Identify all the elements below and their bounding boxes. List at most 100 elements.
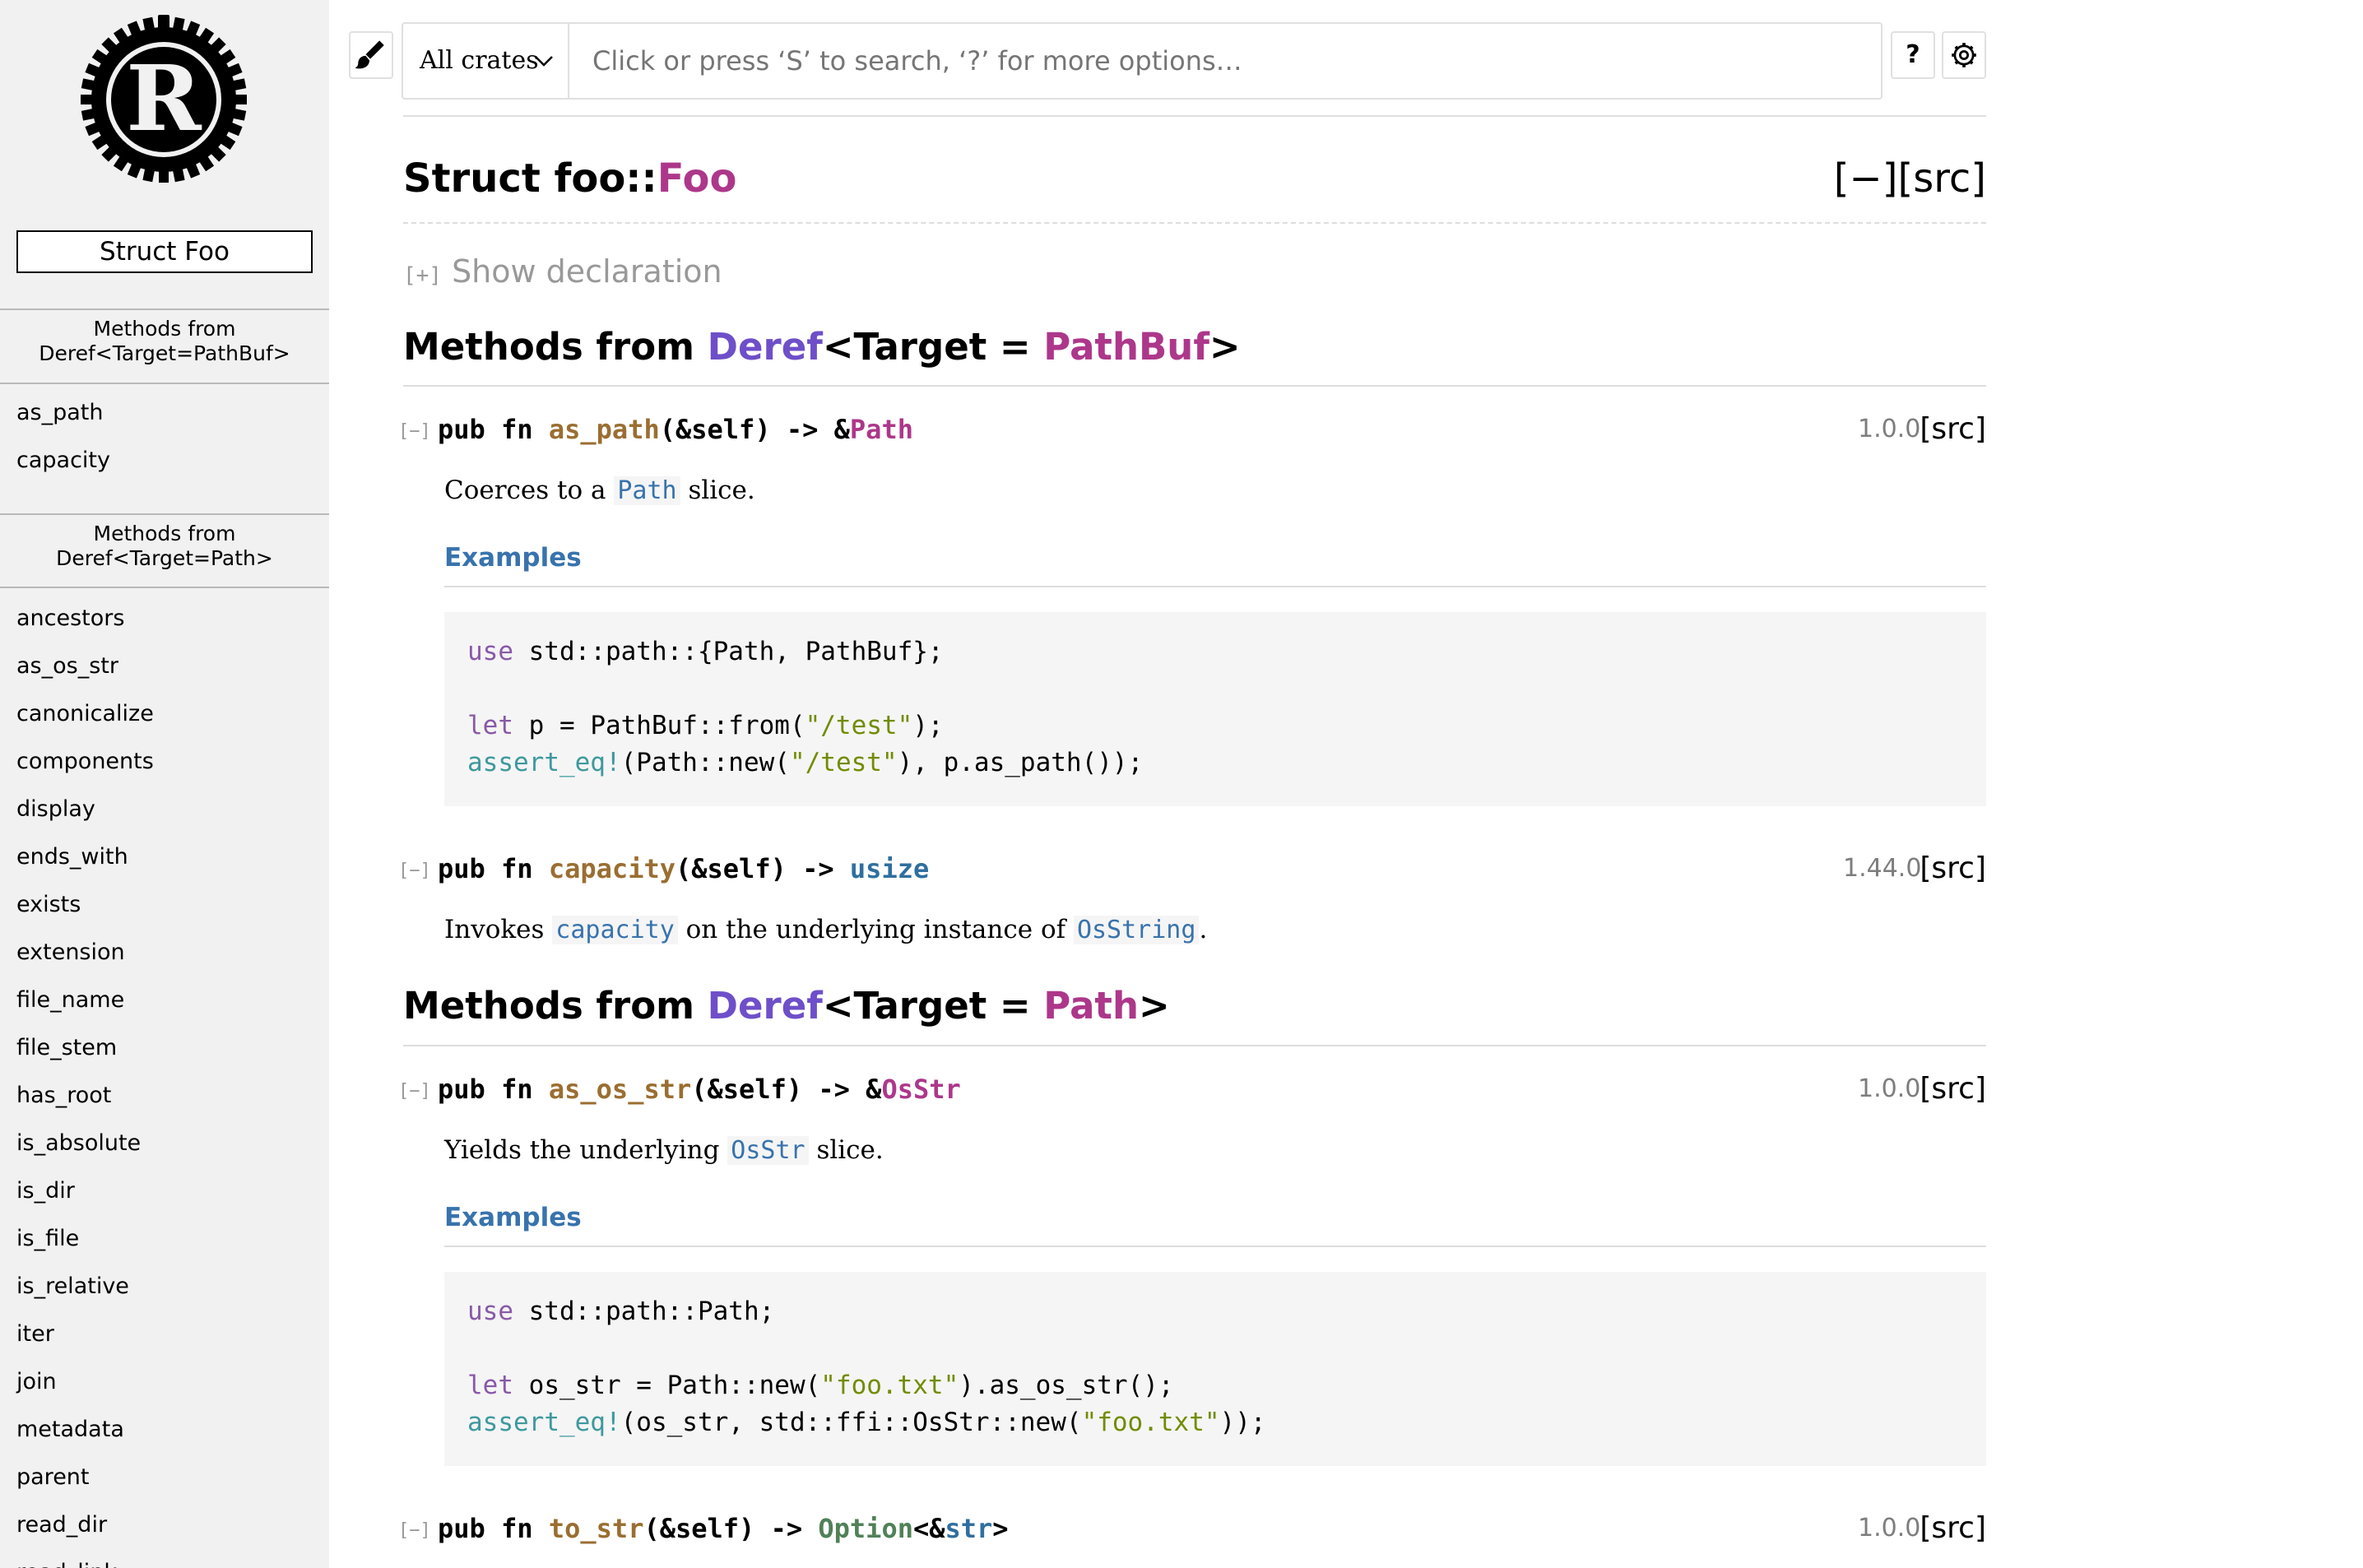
method-docblock: Yields the underlying OsStr slice.: [444, 1132, 884, 1169]
code-string: "/test": [805, 711, 913, 740]
doc-text: Coerces to a: [444, 476, 615, 505]
src-link[interactable]: [src]: [1920, 411, 1986, 448]
collapse-toggle[interactable]: [−]: [398, 421, 431, 442]
sidebar-title[interactable]: Struct Foo: [16, 230, 313, 273]
code-link[interactable]: Path: [614, 476, 680, 505]
sidebar-item-is-relative[interactable]: is_relative: [16, 1273, 154, 1321]
sidebar-item-read-link[interactable]: read_link: [16, 1560, 154, 1568]
type-link[interactable]: OsStr: [881, 1074, 960, 1105]
method-name-link[interactable]: capacity: [549, 853, 675, 884]
search-input[interactable]: [584, 24, 1868, 98]
code-text: (os_str, std::ffi::OsStr::new(: [620, 1408, 1082, 1437]
section-heading-deref-pathbuf[interactable]: Methods from Deref<Target = PathBuf>: [403, 322, 1241, 372]
sidebar-item-as-os-str[interactable]: as_os_str: [16, 653, 154, 701]
sidebar-section-heading[interactable]: Methods from Deref<Target=Path>: [0, 522, 329, 571]
sidebar-item-exists[interactable]: exists: [16, 892, 154, 939]
type-link[interactable]: usize: [850, 853, 929, 884]
sidebar-item-ends-with[interactable]: ends_with: [16, 844, 154, 892]
collapse-toggle[interactable]: [−]: [398, 1081, 431, 1102]
trait-link[interactable]: Deref: [708, 325, 823, 369]
crate-filter-select[interactable]: All crates: [403, 24, 569, 98]
sidebar-item-iter[interactable]: iter: [16, 1321, 154, 1369]
main-content: All crates ? Struct foo::Foo [−][src] [+…: [346, 0, 2363, 1568]
collapse-src-controls[interactable]: [−][src]: [1834, 153, 1986, 204]
type-link[interactable]: str: [945, 1513, 993, 1544]
since-version: 1.0.0: [1858, 415, 1921, 443]
sidebar-item-parent[interactable]: parent: [16, 1464, 154, 1512]
sidebar-section-heading[interactable]: Methods from Deref<Target=PathBuf>: [0, 317, 329, 366]
method-signature: pub fn capacity(&self) -> usize: [438, 851, 929, 887]
divider: [0, 308, 329, 310]
sidebar-item-capacity[interactable]: capacity: [16, 448, 110, 495]
crate-filter-value: All crates: [420, 46, 539, 75]
signature-text: >: [992, 1513, 1009, 1544]
code-text: p = PathBuf::from(: [513, 711, 805, 740]
paintbrush-icon: [355, 40, 384, 69]
show-declaration-label: Show declaration: [452, 253, 722, 290]
type-link[interactable]: Path: [1043, 984, 1139, 1028]
code-macro: assert_eq!: [467, 748, 621, 777]
method-name-link[interactable]: as_path: [549, 414, 660, 445]
method-docblock: Coerces to a Path slice.: [444, 472, 755, 509]
sidebar-item-file-name[interactable]: file_name: [16, 987, 154, 1035]
settings-button[interactable]: [1942, 31, 1986, 79]
code-text: std::path::{Path, PathBuf};: [513, 637, 944, 666]
sidebar-item-extension[interactable]: extension: [16, 939, 154, 987]
signature-text: (&self) -> &: [659, 414, 850, 445]
type-link[interactable]: Path: [850, 414, 913, 445]
show-declaration-toggle[interactable]: [+] Show declaration: [403, 250, 722, 297]
method-name-link[interactable]: to_str: [549, 1513, 644, 1544]
sidebar-item-join[interactable]: join: [16, 1369, 154, 1417]
sidebar-item-display[interactable]: display: [16, 796, 154, 844]
sidebar-item-file-stem[interactable]: file_stem: [16, 1035, 154, 1083]
type-link[interactable]: Option: [818, 1513, 913, 1544]
divider: [0, 383, 329, 384]
svg-text:R: R: [126, 45, 202, 151]
sidebar-item-canonicalize[interactable]: canonicalize: [16, 701, 154, 749]
trait-link[interactable]: Deref: [708, 984, 823, 1028]
collapse-toggle[interactable]: [−]: [398, 1520, 431, 1541]
sidebar-section-heading-line: Methods from: [93, 317, 236, 341]
sidebar-section-heading-line: Methods from: [93, 522, 236, 545]
doc-text: on the underlying instance of: [677, 915, 1074, 944]
code-link[interactable]: capacity: [552, 916, 678, 944]
code-text: std::path::Path;: [513, 1297, 775, 1326]
src-link[interactable]: [src]: [1920, 851, 1986, 887]
sidebar: R Struct Foo Methods from Deref<Target=P…: [0, 0, 329, 1568]
help-button[interactable]: ?: [1891, 31, 1935, 79]
src-link[interactable]: [src]: [1920, 1510, 1986, 1547]
since-version: 1.0.0: [1858, 1074, 1921, 1103]
sidebar-section-heading-line: Deref<Target=PathBuf>: [39, 341, 290, 365]
chevron-down-icon: [535, 56, 553, 67]
sidebar-item-ancestors[interactable]: ancestors: [16, 605, 154, 653]
sidebar-item-is-file[interactable]: is_file: [16, 1226, 154, 1273]
page-title-path: Struct foo::: [403, 155, 657, 202]
type-link[interactable]: PathBuf: [1043, 325, 1209, 369]
divider: [0, 587, 329, 588]
sidebar-item-is-dir[interactable]: is_dir: [16, 1178, 154, 1226]
collapse-toggle[interactable]: [−]: [398, 861, 431, 881]
sidebar-item-metadata[interactable]: metadata: [16, 1417, 154, 1464]
sidebar-item-read-dir[interactable]: read_dir: [16, 1512, 154, 1560]
examples-heading[interactable]: Examples: [444, 540, 582, 576]
code-string: "foo.txt": [820, 1371, 959, 1400]
page-title: Struct foo::Foo: [403, 153, 737, 204]
sidebar-item-is-absolute[interactable]: is_absolute: [16, 1130, 154, 1178]
page-title-struct-name[interactable]: Foo: [657, 155, 737, 202]
examples-heading[interactable]: Examples: [444, 1199, 582, 1236]
doc-text: Invokes: [444, 915, 553, 944]
signature-text: (&self) ->: [643, 1513, 819, 1544]
signature-text: <&: [912, 1513, 945, 1544]
code-text: );: [912, 711, 944, 740]
rust-logo-icon[interactable]: R: [79, 15, 248, 184]
sidebar-item-components[interactable]: components: [16, 749, 154, 796]
section-heading-deref-path[interactable]: Methods from Deref<Target = Path>: [403, 981, 1170, 1031]
code-link[interactable]: OsString: [1073, 916, 1200, 944]
sidebar-item-as-path[interactable]: as_path: [16, 400, 110, 448]
signature-text: pub fn: [438, 1513, 549, 1544]
method-name-link[interactable]: as_os_str: [549, 1074, 691, 1105]
src-link[interactable]: [src]: [1920, 1071, 1986, 1107]
code-link[interactable]: OsStr: [727, 1136, 809, 1165]
sidebar-item-has-root[interactable]: has_root: [16, 1083, 154, 1130]
theme-picker-button[interactable]: [349, 31, 393, 79]
